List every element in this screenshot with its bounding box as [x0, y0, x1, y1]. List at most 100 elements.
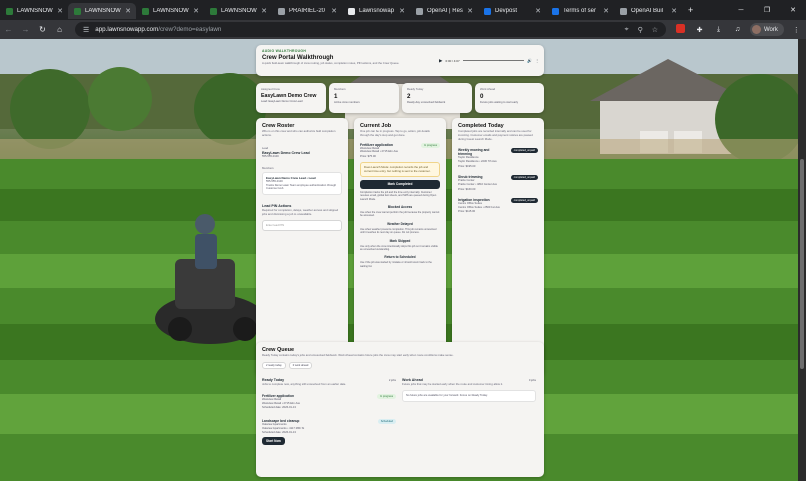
queue-description: Ready Today contains today's jobs and un… [262, 353, 454, 357]
puzzle-extensions-icon[interactable]: ✚ [693, 26, 706, 34]
blocked-access-button[interactable]: Blocked Access [360, 203, 440, 211]
queue-job[interactable]: Landscape bed cleanup Scheduled Oakview Ap… [262, 419, 396, 446]
start-now-button[interactable]: Start Now [262, 437, 285, 446]
tab-favicon-icon [74, 7, 81, 15]
browser-tab[interactable]: Lawnsnowap ✕ [342, 3, 410, 19]
tab-favicon-icon [210, 7, 217, 15]
browser-tab[interactable]: OpenAI Buil ✕ [614, 3, 682, 19]
work-ahead-chip[interactable]: 0 work ahead [288, 361, 313, 369]
home-icon[interactable]: ⌂ [51, 25, 68, 34]
tab-title: PRAIRIEL-20 [289, 8, 326, 14]
tab-close-icon[interactable]: ✕ [467, 7, 473, 15]
current-job-description: One job can be in progress. Tap to go, a… [360, 129, 430, 137]
stat-note: Ready-day unresolved fieldwork [407, 101, 446, 104]
tab-close-icon[interactable]: ✕ [399, 7, 405, 15]
page-viewport: AUDIO WALKTHROUGH Crew Portal Walkthroug… [0, 39, 798, 481]
location-icon[interactable]: ⌖ [625, 26, 629, 34]
minimize-icon[interactable]: ─ [728, 7, 754, 14]
volume-icon[interactable]: 🔊 [527, 58, 532, 63]
scrollbar-thumb[interactable] [800, 159, 804, 369]
new-tab-icon[interactable]: + [688, 5, 693, 15]
audio-player[interactable]: ▶ 0:00 / 4:07 🔊 ⋮ [439, 56, 539, 65]
weather-delayed-button[interactable]: Weather Delayed [360, 220, 440, 228]
browser-tab[interactable]: LAWNSNOW ✕ [0, 3, 68, 19]
tab-favicon-icon [416, 7, 423, 15]
completed-job[interactable]: Irrigation inspection completed_unpaid Cen… [458, 198, 538, 214]
completed-job[interactable]: Shrub trimming completed_unpaid Prairie Ce… [458, 175, 538, 191]
profile-button[interactable]: Work [750, 23, 784, 36]
return-to-scheduled-desc: Use if the job was started by mistake or… [360, 261, 432, 268]
queue-job-date: Scheduled date: 2026-01-13 [262, 405, 296, 409]
restore-icon[interactable]: ❐ [754, 6, 780, 14]
zoom-icon[interactable]: ⚲ [638, 26, 643, 34]
tab-close-icon[interactable]: ✕ [125, 7, 131, 15]
scrollbar[interactable] [798, 39, 806, 481]
mark-skipped-button[interactable]: Mark Skipped [360, 237, 440, 245]
browser-tab[interactable]: Terms of ser ✕ [546, 3, 614, 19]
current-job-card: Current Job One job can be in progress. … [354, 118, 446, 376]
stat-value: EasyLawn Demo Crew [261, 93, 317, 99]
crew-roster-card: Crew Roster Who is on this crew and who … [256, 118, 348, 376]
job-status-badge: In progress [421, 142, 440, 148]
audio-progress[interactable] [462, 60, 525, 61]
tab-title: LAWNSNOW [85, 8, 121, 14]
tab-favicon-icon [348, 7, 355, 15]
reload-icon[interactable]: ↻ [34, 25, 51, 34]
site-info-icon[interactable]: ☰ [83, 26, 89, 34]
media-icon[interactable]: ♫ [731, 26, 744, 33]
audio-menu-icon[interactable]: ⋮ [535, 58, 539, 63]
browser-tab[interactable]: LAWNSNOW ✕ [68, 3, 136, 19]
menu-kebab-icon[interactable]: ⋮ [790, 26, 803, 34]
mark-skipped-desc: Use only when the crew intentionally ski… [360, 244, 438, 251]
completed-today-card: Completed Today Completed jobs are recor… [452, 118, 544, 376]
completed-status-badge: completed_unpaid [510, 148, 538, 154]
bookmark-star-icon[interactable]: ☆ [652, 26, 658, 34]
browser-tab[interactable]: LAWNSNOW ✕ [136, 3, 204, 19]
weather-delayed-desc: Use when weather prevents completion. Th… [360, 227, 437, 235]
audio-time: 0:00 / 4:07 [445, 58, 460, 63]
ready-today-description: Jobs to complete now, anything still unr… [262, 381, 347, 386]
audio-walkthrough-card: AUDIO WALKTHROUGH Crew Portal Walkthroug… [256, 45, 544, 76]
completed-status-badge: completed_unpaid [510, 198, 538, 204]
tab-close-icon[interactable]: ✕ [193, 7, 199, 15]
browser-tab[interactable]: LAWNSNOW ✕ [204, 3, 272, 19]
extension-icon[interactable] [674, 24, 687, 35]
browser-tab[interactable]: OpenAI | Res ✕ [410, 3, 478, 19]
stat-value: 1 [334, 93, 338, 100]
completed-job[interactable]: Weekly mowing and trimming completed_unpa… [458, 148, 538, 168]
tab-close-icon[interactable]: ✕ [331, 7, 337, 15]
close-window-icon[interactable]: ✕ [780, 6, 806, 14]
queue-job[interactable]: Fertilizer application In progress Westvie… [262, 394, 396, 409]
lead-label: Lead [262, 145, 269, 150]
address-bar[interactable]: ☰ app.lawnsnowapp.com/crew?demo=easylawn… [75, 22, 666, 37]
forward-icon[interactable]: → [17, 25, 34, 34]
tab-close-icon[interactable]: ✕ [671, 7, 677, 15]
download-icon[interactable]: ⤓ [712, 26, 725, 34]
member-note: Tracks Demo Lawn Team employee authentic… [266, 183, 337, 191]
browser-tab[interactable]: PRAIRIEL-20 ✕ [272, 3, 342, 19]
tab-title: LAWNSNOW [221, 8, 257, 14]
tab-close-icon[interactable]: ✕ [57, 7, 63, 15]
walkthrough-description: A quick field-team walkthrough of crew r… [262, 60, 400, 65]
stat-card: Work Ahead 0 Future jobs waiting to start … [475, 83, 544, 113]
ready-today-chip[interactable]: 2 ready today [262, 361, 286, 369]
tab-close-icon[interactable]: ✕ [261, 7, 267, 15]
play-icon[interactable]: ▶ [439, 58, 442, 64]
tab-title: LAWNSNOW [153, 8, 189, 14]
tab-title: Lawnsnowap [359, 8, 395, 14]
stat-label: Assigned Crew [261, 87, 280, 91]
member-card: EasyLawn Demo Crew Lead • Lead 555-555-0… [262, 172, 342, 196]
mark-completed-button[interactable]: Mark Completed [360, 179, 440, 189]
browser-tab[interactable]: Devpost ✕ [478, 3, 546, 19]
completed-description: Completed jobs are recorded internally a… [458, 129, 533, 141]
ready-today-column: Ready Today 2 jobs Jobs to complete now,… [262, 378, 396, 446]
tab-title: OpenAI Buil [631, 8, 664, 14]
return-to-scheduled-button[interactable]: Return to Scheduled [360, 253, 440, 261]
stat-label: Ready Today [407, 87, 424, 91]
tab-favicon-icon [278, 7, 285, 15]
lead-pin-input[interactable]: Enter lead PIN [262, 219, 342, 231]
tab-close-icon[interactable]: ✕ [535, 7, 541, 15]
back-icon[interactable]: ← [0, 25, 17, 34]
tab-favicon-icon [6, 7, 13, 15]
tab-close-icon[interactable]: ✕ [603, 7, 609, 15]
